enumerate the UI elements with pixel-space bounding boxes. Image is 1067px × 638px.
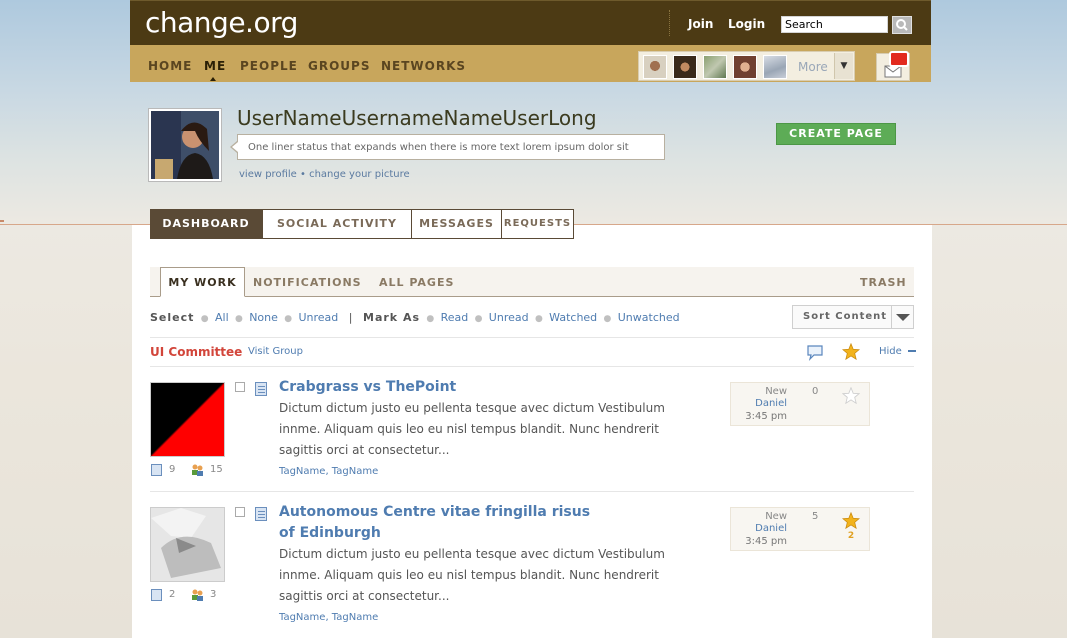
select-all-link[interactable]: All (215, 311, 229, 324)
search-button[interactable] (892, 16, 912, 34)
link-separator: • (299, 169, 306, 180)
nav-groups[interactable]: GROUPS (308, 59, 370, 73)
create-page-button[interactable]: CREATE PAGE (776, 123, 896, 145)
select-label: Select (150, 311, 195, 324)
subtab-notifications[interactable]: NOTIFICATIONS (253, 276, 362, 289)
people-icon (192, 589, 203, 601)
nav-me[interactable]: ME (204, 59, 226, 73)
profile-picture[interactable] (148, 108, 222, 182)
tab-messages[interactable]: MESSAGES (411, 209, 502, 239)
item-tags: TagName, TagName (279, 466, 379, 477)
select-unread-link[interactable]: Unread (298, 311, 338, 324)
star-icon[interactable] (842, 512, 860, 529)
star-count: 2 (847, 531, 855, 541)
item-summary: Dictum dictum justo eu pellenta tesque a… (279, 401, 665, 457)
change-picture-link[interactable]: change your picture (309, 169, 410, 180)
item-checkbox[interactable] (235, 507, 245, 517)
mark-unwatched-link[interactable]: Unwatched (618, 311, 680, 324)
view-profile-link[interactable]: view profile (239, 169, 297, 180)
subtab-all-pages[interactable]: ALL PAGES (379, 276, 454, 289)
search-input[interactable] (781, 16, 888, 33)
document-count: 9 (169, 464, 176, 475)
item-status: New (765, 386, 787, 397)
item-title[interactable]: Crabgrass vs ThePoint (279, 377, 456, 398)
profile-links: view profile • change your picture (239, 169, 410, 181)
document-icon (151, 464, 162, 476)
profile-photo (151, 111, 219, 179)
chevron-down-icon[interactable] (891, 306, 913, 328)
login-link[interactable]: Login (728, 17, 765, 31)
item-thumbnail[interactable] (150, 507, 225, 582)
item-comment-count: 5 (812, 511, 819, 522)
document-icon (255, 507, 267, 521)
row-divider (150, 366, 914, 367)
item-comment-count: 0 (812, 386, 819, 397)
hide-group-link[interactable]: Hide (879, 346, 916, 358)
divider-tick (0, 220, 4, 222)
row-divider (150, 491, 914, 492)
nav-networks[interactable]: NETWORKS (381, 59, 466, 73)
avatar[interactable] (703, 55, 727, 79)
item-summary: Dictum dictum justo eu pellenta tesque a… (279, 547, 665, 603)
mark-read-link[interactable]: Read (441, 311, 469, 324)
document-icon (151, 589, 162, 601)
comment-icon[interactable] (806, 344, 824, 361)
active-nav-indicator (210, 77, 216, 81)
profile-username: UserNameUsernameNameUserLong (237, 106, 597, 130)
notification-badge-icon (889, 51, 909, 67)
search-icon (896, 19, 908, 31)
nav-home[interactable]: HOME (148, 59, 192, 73)
subtab-my-work[interactable]: MY WORK (160, 267, 245, 297)
status-bubble-notch-inner (232, 142, 238, 152)
tab-dashboard[interactable]: DASHBOARD (150, 209, 262, 239)
tab-requests[interactable]: REQUESTS (501, 209, 574, 239)
item-user-link[interactable]: Daniel (737, 523, 787, 535)
site-logo[interactable]: change.org (145, 4, 298, 42)
chevron-down-icon: ▼ (840, 61, 848, 71)
avatar[interactable] (763, 55, 787, 79)
select-toolbar: Select ● All ● None ● Unread | Mark As ●… (150, 311, 680, 324)
item-title[interactable]: Autonomous Centre vitae fringilla risus (279, 502, 590, 523)
avatar[interactable] (733, 55, 757, 79)
avatar[interactable] (643, 55, 667, 79)
item-checkbox[interactable] (235, 382, 245, 392)
mark-as-label: Mark As (363, 311, 420, 324)
mark-watched-link[interactable]: Watched (549, 311, 597, 324)
join-link[interactable]: Join (688, 17, 713, 31)
more-dropdown-button[interactable]: ▼ (834, 53, 853, 79)
select-none-link[interactable]: None (249, 311, 278, 324)
item-time: 3:45 pm (745, 536, 787, 547)
star-icon[interactable] (842, 387, 860, 404)
star-icon[interactable] (842, 343, 860, 360)
item-title-continued[interactable]: of Edinburgh (279, 523, 381, 544)
item-user-link[interactable]: Daniel (737, 398, 787, 410)
tab-social-activity[interactable]: SOCIAL ACTIVITY (262, 209, 412, 239)
tag-link[interactable]: TagName (332, 612, 378, 623)
top-bar-divider (669, 10, 670, 36)
document-count: 2 (169, 589, 176, 600)
avatar[interactable] (673, 55, 697, 79)
item-thumbnail[interactable] (150, 382, 225, 457)
people-count: 15 (210, 464, 223, 475)
status-line[interactable]: One liner status that expands when there… (237, 134, 665, 160)
item-status: New (765, 511, 787, 522)
minus-icon (908, 350, 916, 352)
more-avatars-link[interactable]: More (798, 60, 828, 74)
trash-link[interactable]: TRASH (860, 276, 907, 289)
row-divider (150, 337, 914, 338)
visit-group-link[interactable]: Visit Group (248, 346, 303, 358)
nav-people[interactable]: PEOPLE (240, 59, 298, 73)
people-icon (192, 464, 203, 476)
tag-link[interactable]: TagName (279, 466, 325, 477)
people-count: 3 (210, 589, 217, 600)
item-time: 3:45 pm (745, 411, 787, 422)
sort-content-label[interactable]: Sort Content (803, 311, 887, 323)
tag-link[interactable]: TagName (332, 466, 378, 477)
mark-unread-link[interactable]: Unread (489, 311, 529, 324)
tag-link[interactable]: TagName (279, 612, 325, 623)
document-icon (255, 382, 267, 396)
item-tags: TagName, TagName (279, 612, 379, 623)
group-name[interactable]: UI Committee (150, 345, 242, 359)
thumbnail-image (151, 508, 224, 581)
